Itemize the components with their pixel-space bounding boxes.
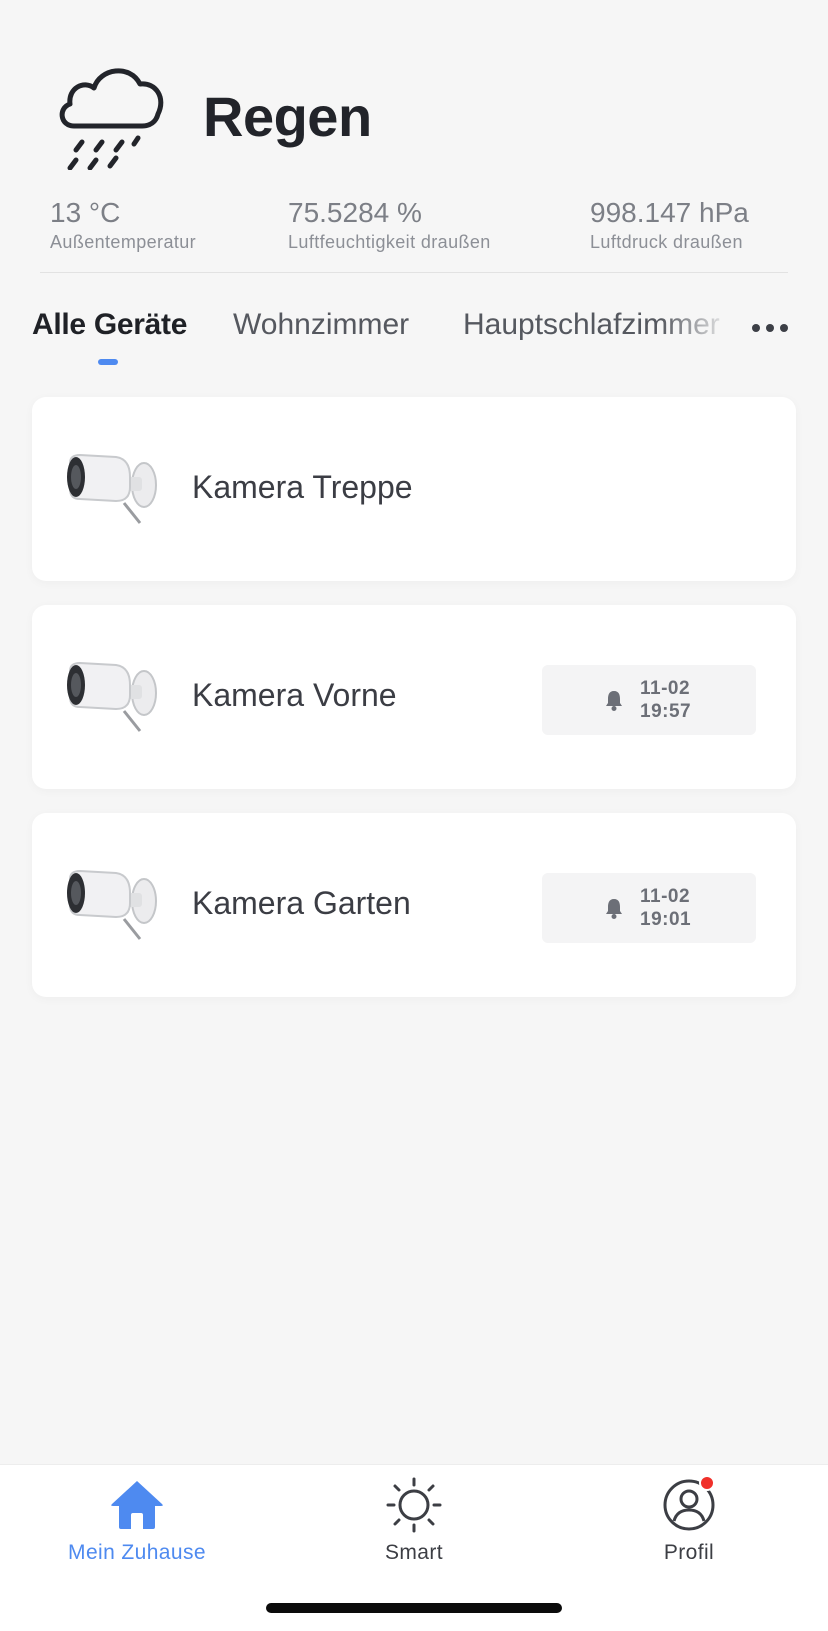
stat-value: 75.5284 %	[288, 197, 422, 228]
stat-value: 13 °C	[50, 197, 121, 228]
room-tabs: Alle Geräte Wohnzimmer Hauptschlafzimmer	[0, 300, 828, 370]
cloud-rain-icon	[59, 68, 164, 170]
stat-label: Luftfeuchtigkeit draußen	[288, 232, 491, 252]
alert-timestamp: 11-02 19:01	[640, 885, 691, 931]
camera-icon	[67, 869, 157, 940]
alert-date: 11-02	[640, 678, 691, 699]
camera-icon	[67, 453, 157, 524]
more-horizontal-icon[interactable]	[752, 318, 792, 338]
stat-label: Luftdruck draußen	[590, 232, 743, 252]
nav-smart[interactable]: Smart	[314, 1477, 514, 1565]
alert-time: 19:01	[640, 909, 692, 930]
sun-icon	[386, 1477, 442, 1533]
active-tab-indicator	[98, 359, 118, 365]
nav-label: Mein Zuhause	[68, 1541, 206, 1564]
stat-pressure: 998.147 hPa Luftdruck draußen	[590, 196, 749, 254]
device-card[interactable]: Kamera Garten 11-02 19:01	[32, 813, 796, 997]
weather-header: Regen 13 °C Außentemperatur 75.5284 % Lu…	[0, 0, 828, 280]
last-alert-badge[interactable]: 11-02 19:01	[542, 873, 756, 943]
nav-mein-zuhause[interactable]: Mein Zuhause	[37, 1477, 237, 1565]
bell-icon	[606, 899, 622, 919]
stat-humidity: 75.5284 % Luftfeuchtigkeit draußen	[288, 196, 491, 254]
header-divider	[40, 272, 788, 273]
stat-temperature: 13 °C Außentemperatur	[50, 196, 196, 254]
device-name: Kamera Garten	[192, 885, 411, 921]
notification-badge	[699, 1475, 715, 1491]
camera-icon	[67, 661, 157, 732]
home-indicator	[266, 1603, 562, 1613]
alert-time: 19:57	[640, 701, 692, 722]
weather-condition: Regen	[203, 85, 372, 148]
stat-value: 998.147 hPa	[590, 197, 749, 228]
device-name: Kamera Vorne	[192, 677, 397, 713]
device-name: Kamera Treppe	[192, 469, 413, 505]
nav-profil[interactable]: Profil	[589, 1475, 789, 1565]
alert-date: 11-02	[640, 886, 691, 907]
stat-label: Außentemperatur	[50, 232, 197, 252]
tab-fade-overlay	[660, 300, 750, 360]
last-alert-badge[interactable]: 11-02 19:57	[542, 665, 756, 735]
alert-timestamp: 11-02 19:57	[640, 677, 691, 723]
home-icon	[111, 1481, 163, 1529]
device-card[interactable]: Kamera Treppe	[32, 397, 796, 581]
tab-all-devices[interactable]: Alle Geräte	[32, 308, 187, 342]
nav-label: Profil	[663, 1541, 715, 1564]
bell-icon	[606, 691, 622, 711]
device-card[interactable]: Kamera Vorne 11-02 19:57	[32, 605, 796, 789]
tab-wohnzimmer[interactable]: Wohnzimmer	[233, 308, 409, 342]
nav-label: Smart	[384, 1541, 443, 1564]
profile-icon	[661, 1475, 717, 1533]
